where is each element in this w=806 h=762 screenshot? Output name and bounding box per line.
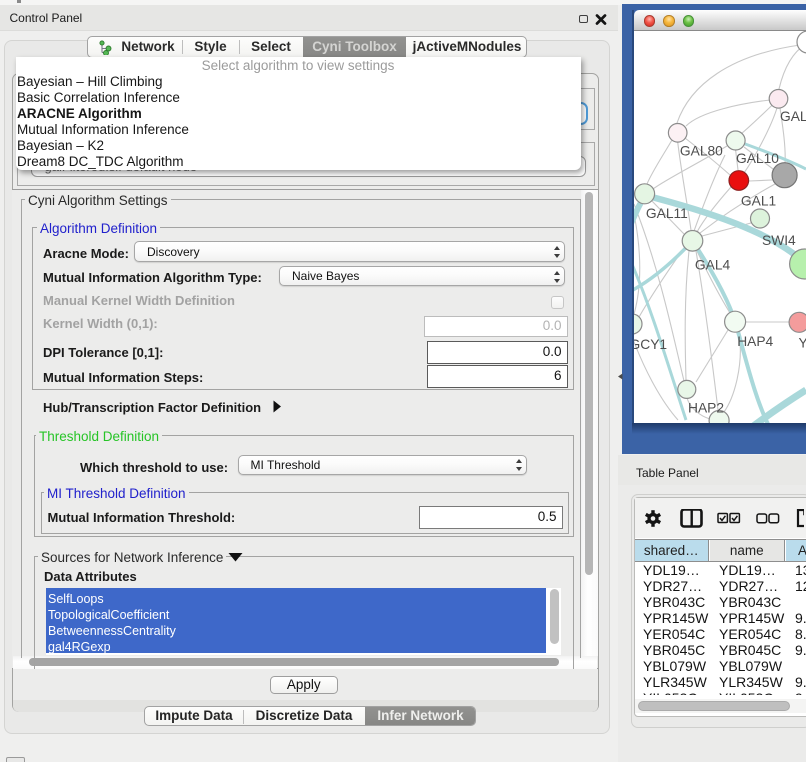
svg-text:GAL: GAL (780, 109, 806, 124)
svg-text:GAL11: GAL11 (646, 206, 688, 221)
svg-text:GAL80: GAL80 (680, 144, 723, 159)
svg-text:HAP4: HAP4 (737, 334, 773, 349)
svg-text:GCY1: GCY1 (634, 337, 667, 352)
svg-text:Y: Y (799, 335, 806, 350)
svg-text:GAL10: GAL10 (736, 151, 779, 166)
svg-text:SWI4: SWI4 (762, 233, 796, 248)
svg-text:HAP2: HAP2 (688, 401, 724, 416)
svg-text:GAL4: GAL4 (695, 258, 731, 273)
svg-text:GAL1: GAL1 (741, 194, 776, 209)
